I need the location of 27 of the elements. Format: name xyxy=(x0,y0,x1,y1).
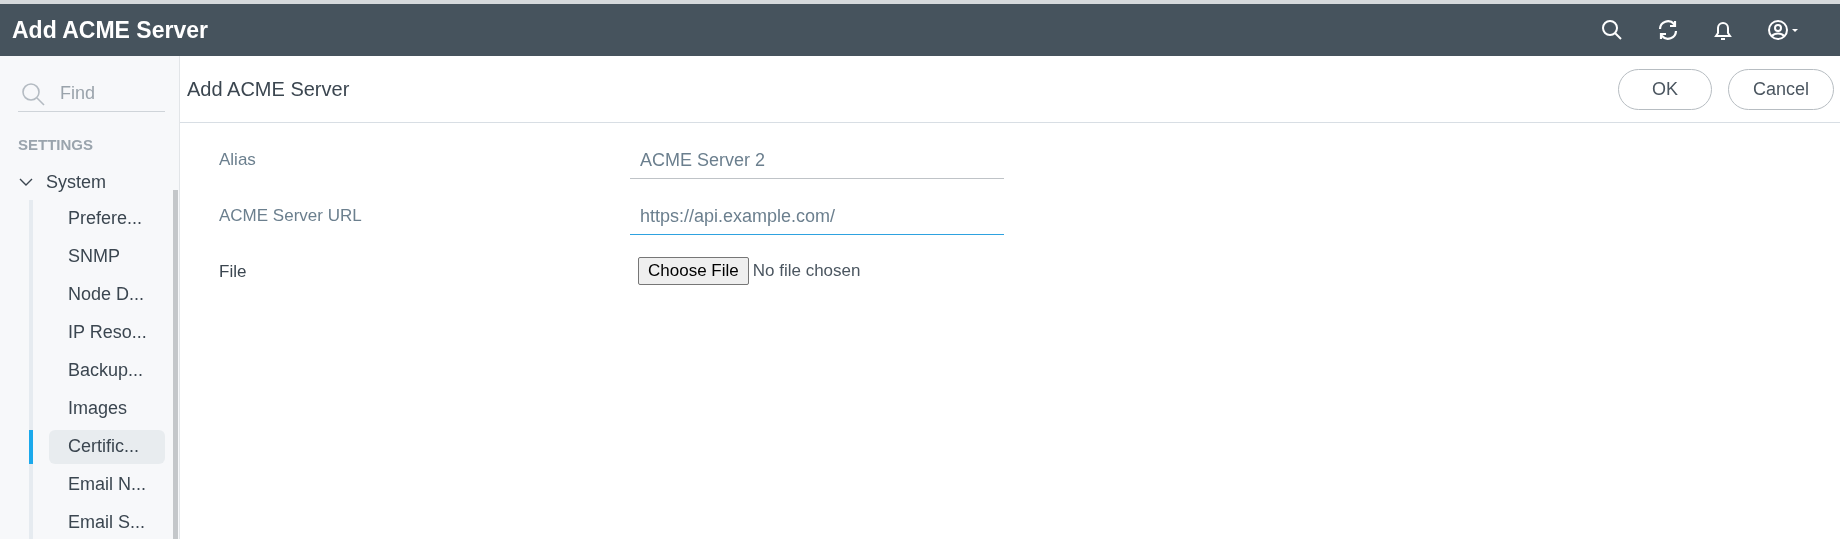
sidebar-item[interactable]: Email S... xyxy=(49,505,165,539)
cancel-button[interactable]: Cancel xyxy=(1727,68,1834,110)
section-heading: SETTINGS xyxy=(18,135,94,155)
refresh-icon[interactable] xyxy=(1656,18,1680,42)
sidebar-item[interactable]: Backup... xyxy=(49,353,165,388)
sidebar-item[interactable]: Prefere... xyxy=(49,201,165,236)
tree-group-label: System xyxy=(46,170,106,194)
tree-group[interactable]: System xyxy=(18,168,165,196)
app-title: Add ACME Server xyxy=(12,15,208,45)
sidebar-item[interactable]: Node D... xyxy=(49,277,165,312)
file-status: No file chosen xyxy=(752,260,861,283)
sidebar-item[interactable]: SNMP xyxy=(49,239,165,274)
search-icon xyxy=(20,81,46,107)
choose-file-button[interactable]: Choose File xyxy=(638,257,749,285)
selection-indicator xyxy=(29,429,33,464)
page-title: Add ACME Server xyxy=(187,77,350,102)
search-icon[interactable] xyxy=(1600,18,1624,42)
field-label: ACME Server URL xyxy=(219,205,363,227)
field-label: File xyxy=(219,261,248,283)
search-field[interactable]: Find xyxy=(18,76,165,112)
user-menu-icon[interactable] xyxy=(1766,18,1800,42)
sidebar-item[interactable]: Images xyxy=(49,391,165,426)
sidebar-item[interactable]: Email N... xyxy=(49,467,165,502)
sidebar-item[interactable]: Certific... xyxy=(49,429,165,464)
ok-button[interactable]: OK xyxy=(1617,68,1712,110)
field-label: Alias xyxy=(219,149,257,171)
sidebar-item[interactable]: IP Reso... xyxy=(49,315,165,350)
